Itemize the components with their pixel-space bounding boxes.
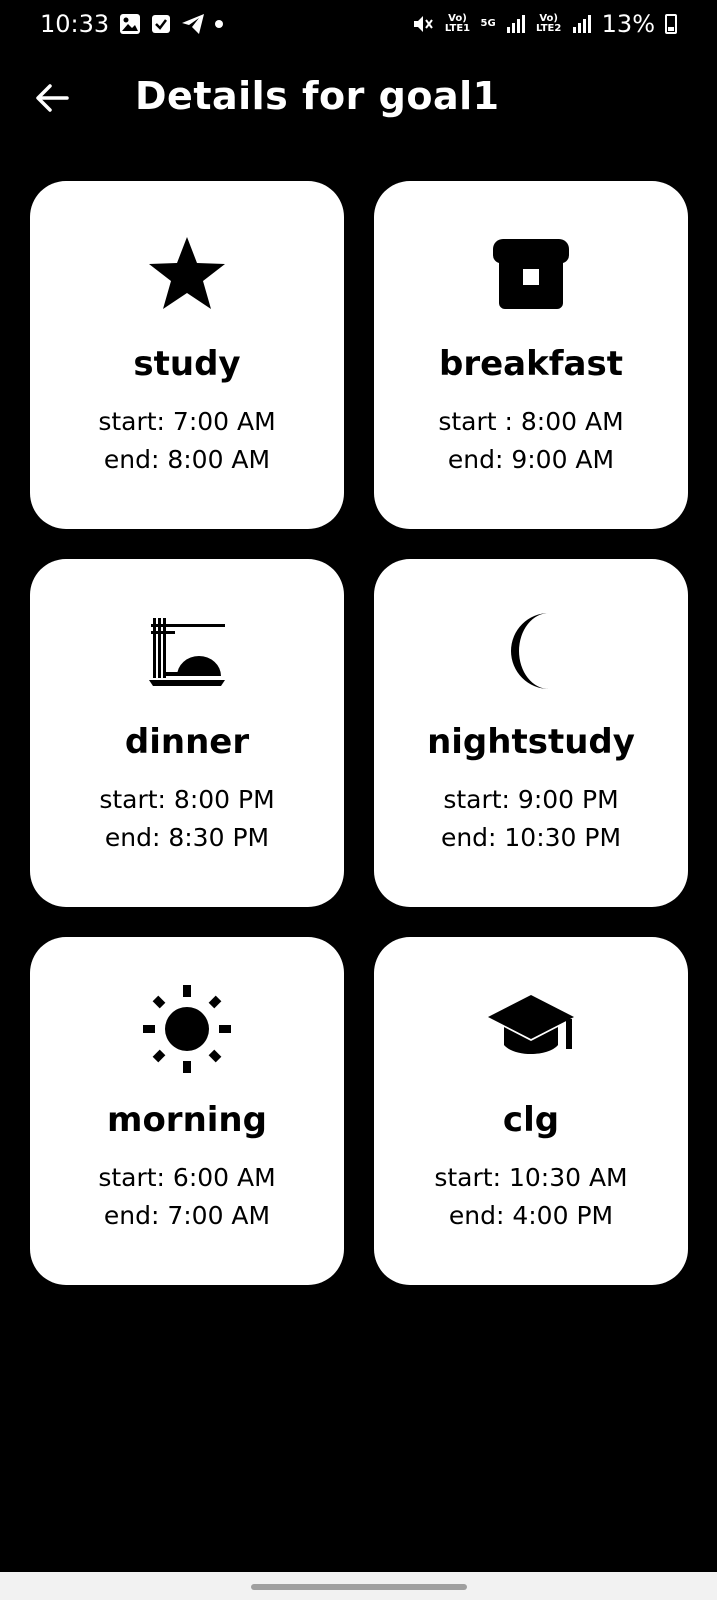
sun-icon xyxy=(30,985,344,1073)
goal-start-time: start : 8:00 AM xyxy=(438,407,624,436)
goal-title: clg xyxy=(502,1100,560,1140)
battery-icon xyxy=(665,14,677,34)
goal-end-time: end: 10:30 PM xyxy=(440,823,622,852)
goal-end-time: end: 4:00 PM xyxy=(448,1201,614,1230)
moon-icon xyxy=(374,609,688,693)
signal-icon xyxy=(572,15,592,33)
dinner-icon xyxy=(30,609,344,693)
telegram-icon xyxy=(181,13,205,35)
goal-card-clg[interactable]: clg start: 10:30 AM end: 4:00 PM xyxy=(374,937,688,1285)
goal-start-time: start: 9:00 PM xyxy=(443,785,619,814)
graduation-cap-icon xyxy=(374,987,688,1071)
goal-start-time: start: 7:00 AM xyxy=(98,407,276,436)
goal-start-time: start: 10:30 AM xyxy=(434,1163,628,1192)
status-time: 10:33 xyxy=(40,10,110,38)
signal-icon xyxy=(506,15,526,33)
goal-card-nightstudy[interactable]: nightstudy start: 9:00 PM end: 10:30 PM xyxy=(374,559,688,907)
goal-card-dinner[interactable]: dinner start: 8:00 PM end: 8:30 PM xyxy=(30,559,344,907)
goal-start-time: start: 8:00 PM xyxy=(99,785,275,814)
notification-dot-icon xyxy=(215,20,224,28)
goal-grid: study start: 7:00 AM end: 8:00 AM breakf… xyxy=(30,181,688,1285)
status-right: Vo) LTE1 5G Vo) LTE2 13% xyxy=(412,10,677,38)
gesture-handle[interactable] xyxy=(251,1584,467,1590)
network-label: 5G xyxy=(480,18,496,29)
arrow-left-icon xyxy=(35,83,69,117)
status-left: 10:33 xyxy=(40,10,224,38)
goal-end-time: end: 9:00 AM xyxy=(447,445,615,474)
gallery-icon xyxy=(119,13,141,35)
goal-card-breakfast[interactable]: breakfast start : 8:00 AM end: 9:00 AM xyxy=(374,181,688,529)
goal-title: dinner xyxy=(124,722,250,762)
navigation-bar xyxy=(0,1572,717,1600)
goal-title: nightstudy xyxy=(427,722,635,762)
goal-card-morning[interactable]: morning start: 6:00 AM end: 7:00 AM xyxy=(30,937,344,1285)
goal-card-study[interactable]: study start: 7:00 AM end: 8:00 AM xyxy=(30,181,344,529)
back-button[interactable] xyxy=(32,80,72,120)
star-icon xyxy=(30,231,344,315)
goal-title: study xyxy=(133,344,241,384)
sim2-label: Vo) LTE2 xyxy=(535,13,562,34)
goal-end-time: end: 8:30 PM xyxy=(104,823,270,852)
app-bar: Details for goal1 xyxy=(0,60,717,140)
goal-start-time: start: 6:00 AM xyxy=(98,1163,276,1192)
goal-title: morning xyxy=(107,1100,267,1140)
goal-title: breakfast xyxy=(439,344,623,384)
status-bar: 10:33 Vo) LTE1 5G Vo) LTE2 13% xyxy=(0,0,717,48)
breakfast-icon xyxy=(374,231,688,315)
goal-end-time: end: 7:00 AM xyxy=(103,1201,271,1230)
battery-percent: 13% xyxy=(601,10,655,38)
page-title: Details for goal1 xyxy=(135,74,500,118)
goal-end-time: end: 8:00 AM xyxy=(103,445,271,474)
mute-icon xyxy=(412,14,434,34)
checkbox-icon xyxy=(151,14,171,34)
sim1-label: Vo) LTE1 xyxy=(444,13,471,34)
